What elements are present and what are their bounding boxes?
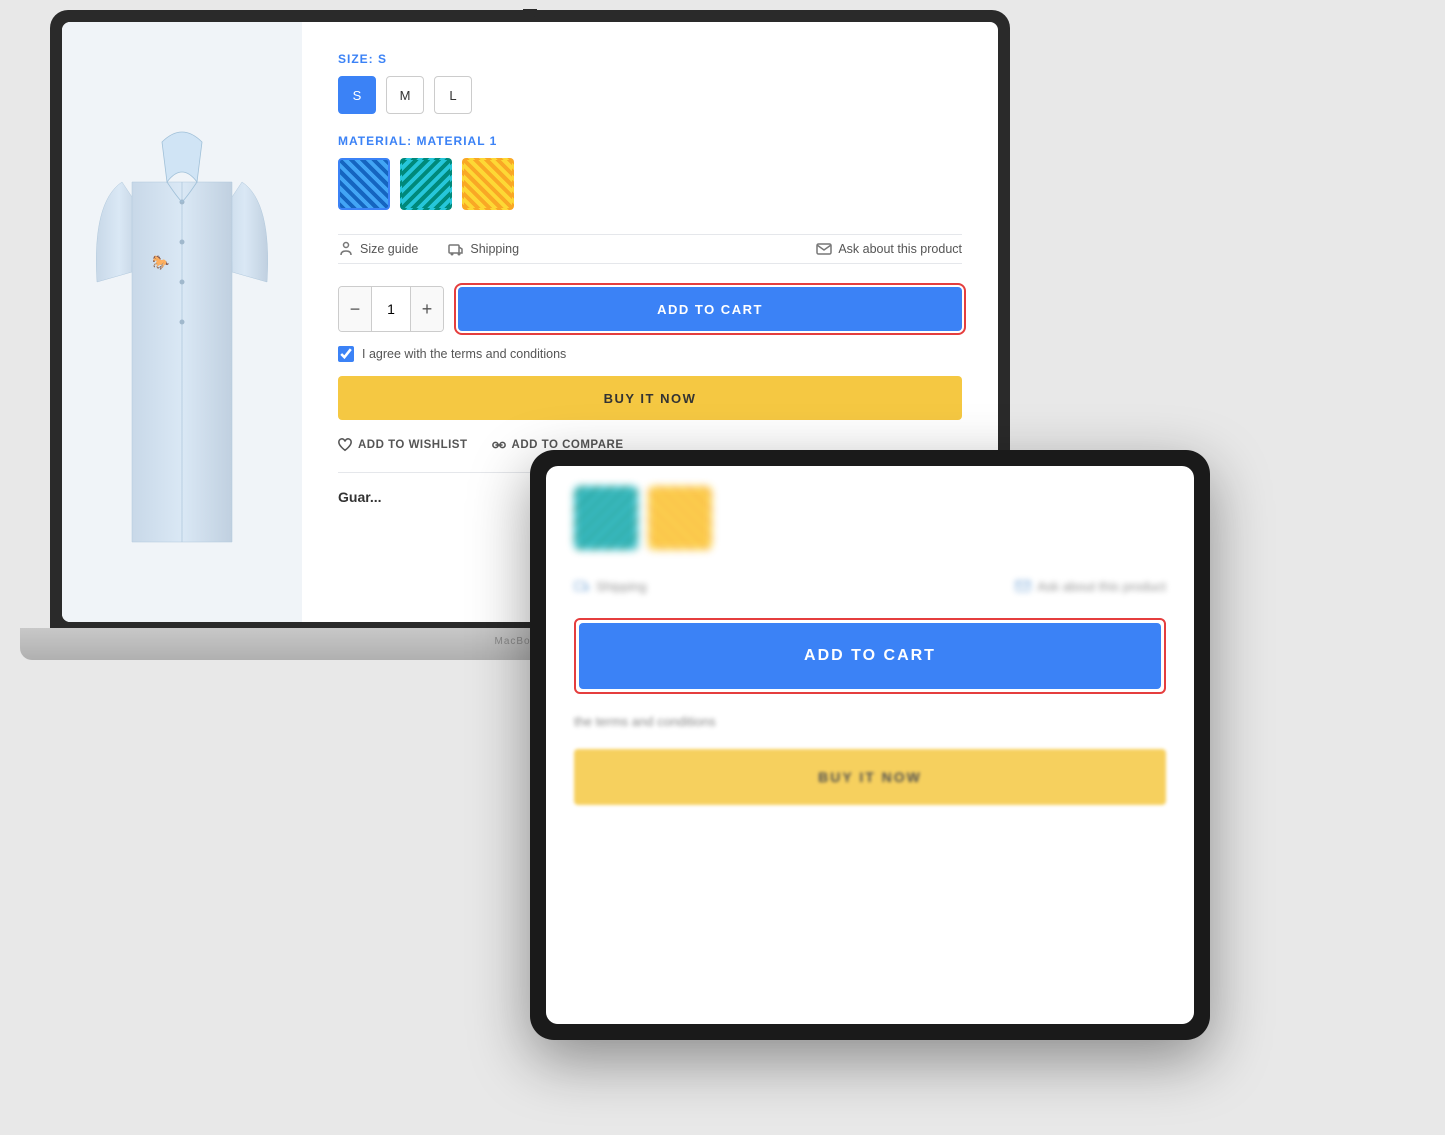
add-to-cart-row: − + ADD TO CART (338, 286, 962, 332)
product-image-area: 🐎 (62, 22, 302, 622)
tablet-buy-now-button[interactable]: BUY IT NOW (574, 749, 1166, 805)
laptop-notch (523, 9, 537, 17)
product-image: 🐎 (92, 82, 272, 562)
ask-product-link[interactable]: Ask about this product (816, 241, 962, 257)
quantity-decrease-btn[interactable]: − (339, 287, 371, 331)
size-btn-m[interactable]: M (386, 76, 424, 114)
quantity-increase-btn[interactable]: + (411, 287, 443, 331)
tablet-add-to-cart-outline: ADD TO CART (574, 618, 1166, 694)
size-btn-s[interactable]: S (338, 76, 376, 114)
tablet-swatches-blurred (574, 486, 1166, 550)
tablet-swatch-teal (574, 486, 638, 550)
material-selected-value: Material 1 (416, 134, 497, 148)
size-options: S M L (338, 76, 962, 114)
tablet-links-row: Shipping Ask about this product (574, 578, 1166, 594)
quantity-control: − + (338, 286, 444, 332)
heart-icon (338, 438, 352, 452)
svg-text:🐎: 🐎 (152, 254, 170, 270)
shipping-link[interactable]: Shipping (448, 241, 519, 257)
tablet-shipping-link: Shipping (574, 578, 647, 594)
size-label: SIZE: S (338, 52, 962, 66)
material-section: MATERIAL: Material 1 (338, 134, 962, 210)
add-to-cart-button[interactable]: ADD TO CART (458, 287, 962, 331)
tablet-envelope-icon (1015, 578, 1031, 594)
tablet-bottom-fade (546, 964, 1194, 1024)
size-selected-value: S (378, 52, 387, 66)
tablet-add-to-cart-wrapper: ADD TO CART (574, 618, 1166, 694)
tablet-device: Shipping Ask about this product ADD TO C… (530, 450, 1210, 1040)
tablet-ask-link: Ask about this product (1015, 578, 1166, 594)
tablet-screen: Shipping Ask about this product ADD TO C… (546, 466, 1194, 1024)
compare-icon (492, 438, 506, 452)
person-icon (338, 241, 354, 257)
agree-label: I agree with the terms and conditions (362, 347, 566, 361)
tablet-agree-text: the terms and conditions (574, 714, 1166, 729)
links-row: Size guide Shipping (338, 234, 962, 264)
material-options (338, 158, 962, 210)
size-section: SIZE: S S M L (338, 52, 962, 114)
size-guide-link[interactable]: Size guide (338, 241, 418, 257)
agree-checkbox[interactable] (338, 346, 354, 362)
material-swatch-2[interactable] (400, 158, 452, 210)
material-label: MATERIAL: Material 1 (338, 134, 962, 148)
material-swatch-3[interactable] (462, 158, 514, 210)
tablet-swatch-yellow (648, 486, 712, 550)
buy-it-now-button[interactable]: BUY IT NOW (338, 376, 962, 420)
shipping-icon (448, 241, 464, 257)
tablet-add-to-cart-button[interactable]: ADD TO CART (579, 623, 1161, 689)
tablet-shipping-icon (574, 578, 590, 594)
envelope-icon (816, 241, 832, 257)
agree-row: I agree with the terms and conditions (338, 346, 962, 362)
quantity-input[interactable] (371, 287, 411, 331)
material-swatch-1[interactable] (338, 158, 390, 210)
size-btn-l[interactable]: L (434, 76, 472, 114)
guarantee-title: Guar... (338, 489, 382, 505)
tablet-content: Shipping Ask about this product ADD TO C… (546, 466, 1194, 825)
add-to-wishlist-link[interactable]: ADD TO WISHLIST (338, 438, 468, 452)
